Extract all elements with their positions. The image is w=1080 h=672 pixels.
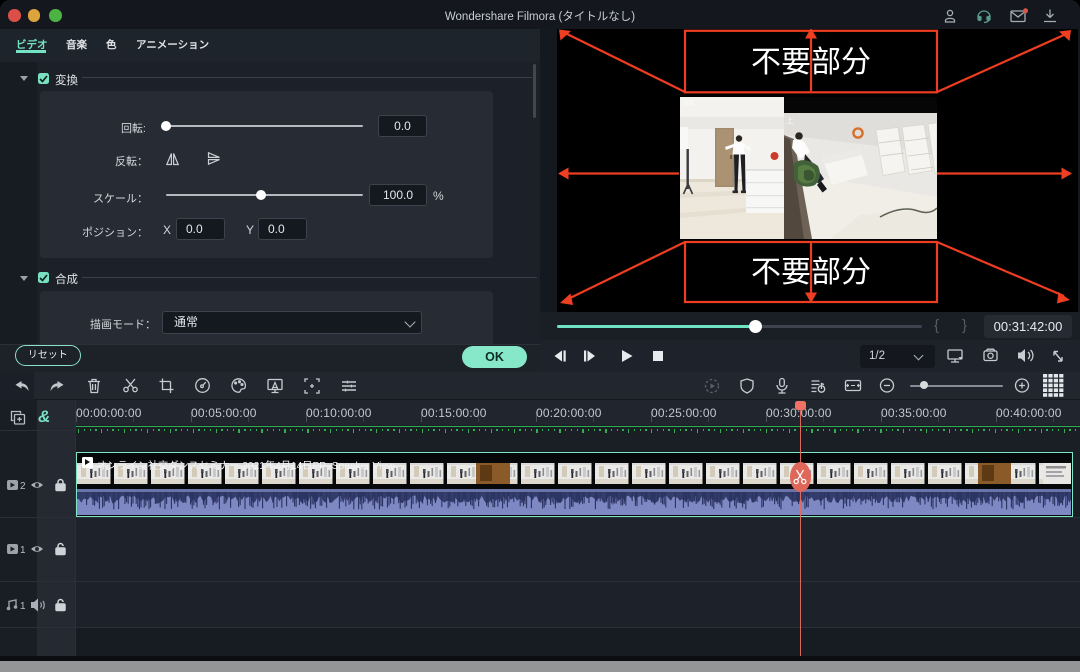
svg-text:2: 2 xyxy=(20,481,26,492)
svg-text:不要部分: 不要部分 xyxy=(751,256,871,289)
svg-text:1: 1 xyxy=(20,545,26,556)
svg-text:1: 1 xyxy=(20,601,26,612)
svg-text:不要部分: 不要部分 xyxy=(751,46,871,79)
